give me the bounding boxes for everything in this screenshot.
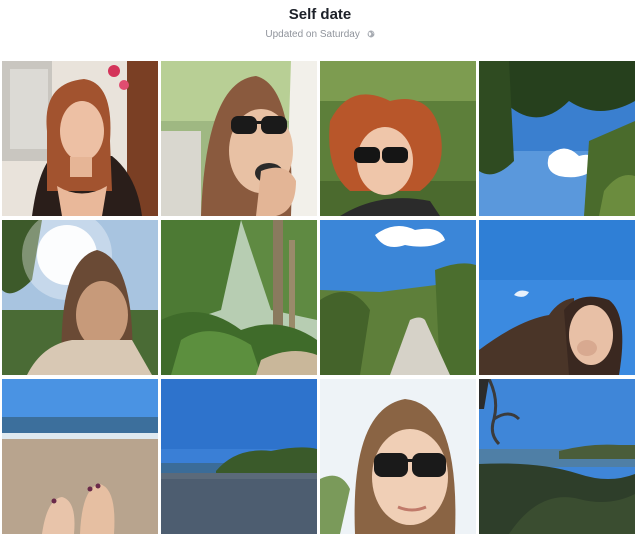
photo-beach-branches[interactable]	[479, 379, 635, 534]
photo-beach-headland[interactable]	[161, 379, 317, 534]
album-updated-text: Updated on Saturday	[265, 29, 360, 40]
photo-selfie-blue-sky[interactable]	[479, 220, 635, 375]
album-title: Self date	[288, 6, 352, 23]
photo-grid	[0, 61, 640, 534]
photo-beach-feet[interactable]	[2, 379, 158, 534]
photo-selfie-sunglasses-eating[interactable]	[161, 61, 317, 216]
globe-icon[interactable]	[367, 30, 375, 38]
photo-selfie-sunglasses-smile[interactable]	[320, 379, 476, 534]
photo-sun-flare-selfie[interactable]	[2, 220, 158, 375]
photo-forest-trees[interactable]	[161, 220, 317, 375]
album-header: Self date Updated on Saturday	[0, 0, 640, 60]
photo-selfie-window[interactable]	[2, 61, 158, 216]
photo-trees-sky[interactable]	[479, 61, 635, 216]
album-updated: Updated on Saturday	[0, 29, 640, 40]
photo-selfie-lying-grass[interactable]	[320, 61, 476, 216]
photo-sandy-path[interactable]	[320, 220, 476, 375]
